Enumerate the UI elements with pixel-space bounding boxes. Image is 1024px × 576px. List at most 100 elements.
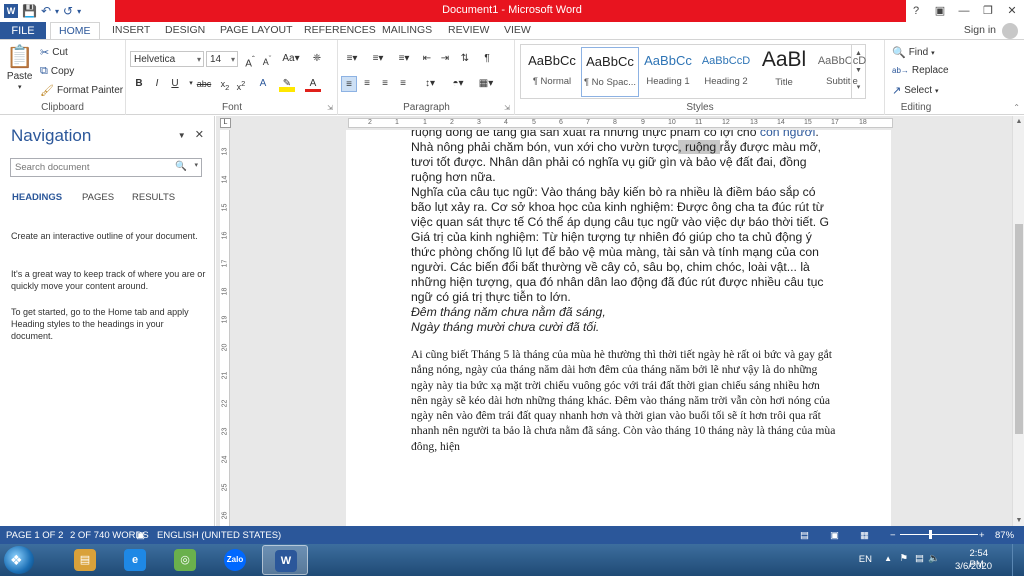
style-normal[interactable]: AaBbCϲ ¶ Normal: [523, 47, 581, 97]
style-heading-1[interactable]: AaBbCϲ Heading 1: [639, 47, 697, 97]
zoom-in-button[interactable]: +: [979, 530, 985, 541]
font-size-select[interactable]: 14 ▾: [206, 51, 238, 67]
network-icon[interactable]: ▤: [915, 553, 924, 564]
tab-design[interactable]: DESIGN: [165, 24, 205, 36]
style-heading-2[interactable]: AaBbCcD Heading 2: [697, 47, 755, 97]
print-layout-icon[interactable]: ▣: [830, 530, 839, 541]
show-formatting-icon[interactable]: ¶: [479, 51, 495, 67]
taskbar-ie-button[interactable]: e: [112, 545, 158, 575]
italic-icon[interactable]: I: [149, 76, 165, 92]
numbering-icon[interactable]: ≡▾: [367, 51, 389, 67]
nav-tab-results[interactable]: RESULTS: [132, 192, 175, 203]
close-icon[interactable]: ✕: [1000, 0, 1024, 22]
tab-review[interactable]: REVIEW: [448, 24, 489, 36]
cut-button[interactable]: ✂ Cut: [40, 46, 68, 59]
tab-mailings[interactable]: MAILINGS: [382, 24, 432, 36]
multilevel-list-icon[interactable]: ≡▾: [393, 51, 415, 67]
restore-icon[interactable]: ❐: [976, 0, 1000, 22]
underline-icon[interactable]: U: [167, 76, 183, 92]
replace-button[interactable]: ab→ Replace: [892, 65, 949, 76]
page-count[interactable]: PAGE 1 OF 2: [6, 530, 63, 541]
taskbar-explorer-button[interactable]: ▤: [62, 545, 108, 575]
document-page[interactable]: ruộng đồng để tăng giá sản xuất ra những…: [346, 130, 891, 526]
paste-button[interactable]: 📋 Paste ▾: [6, 44, 33, 91]
decrease-indent-icon[interactable]: ⇤: [419, 51, 435, 67]
collapse-ribbon-icon[interactable]: ⌃: [1013, 103, 1020, 112]
scroll-up-icon[interactable]: ▲: [1013, 118, 1024, 125]
tab-references[interactable]: REFERENCES: [304, 24, 376, 36]
start-button[interactable]: ❖: [4, 546, 34, 574]
tab-view[interactable]: VIEW: [504, 24, 531, 36]
select-button[interactable]: ↗ Select ▾: [892, 84, 939, 97]
taskbar-zalo-button[interactable]: Zalo: [212, 545, 258, 575]
nav-tab-pages[interactable]: PAGES: [82, 192, 114, 203]
taskbar-coccoc-button[interactable]: ◎: [162, 545, 208, 575]
style-title[interactable]: AaBl Title: [755, 47, 813, 97]
clear-formatting-icon[interactable]: ❈: [309, 51, 325, 67]
sort-icon[interactable]: ⇅: [457, 51, 473, 67]
sign-in-link[interactable]: Sign in: [964, 24, 996, 36]
format-painter-button[interactable]: 🖌 Format Painter: [40, 84, 123, 97]
zoom-level[interactable]: 87%: [995, 530, 1014, 541]
zoom-out-button[interactable]: −: [890, 530, 896, 541]
borders-icon[interactable]: ▦▾: [475, 76, 497, 92]
style-no-spacing[interactable]: AaBbCϲ ¶ No Spac...: [581, 47, 639, 97]
horizontal-ruler[interactable]: 2 1 1 2 3 4 5 6 7 8 9 10 11 12 13 14 15 17 18: [348, 118, 893, 128]
align-left-icon[interactable]: ≡: [341, 76, 357, 92]
align-center-icon[interactable]: ≡: [359, 76, 375, 92]
grow-font-icon[interactable]: Aˆ: [242, 51, 258, 69]
help-button[interactable]: ?: [904, 0, 928, 22]
highlight-color-icon[interactable]: ✎: [279, 76, 295, 92]
proofing-icon[interactable]: ▣: [136, 530, 145, 541]
minimize-icon[interactable]: —: [952, 0, 976, 22]
text-effects-icon[interactable]: A: [255, 76, 271, 92]
nav-tab-headings[interactable]: HEADINGS: [12, 192, 62, 203]
document-body[interactable]: ruộng đồng để tăng giá sản xuất ra những…: [411, 130, 836, 454]
font-color-icon[interactable]: A: [305, 76, 321, 92]
font-name-select[interactable]: Helvetica ▾: [130, 51, 204, 67]
subscript-icon[interactable]: x2: [217, 76, 233, 92]
language-indicator[interactable]: ENGLISH (UNITED STATES): [157, 530, 281, 541]
justify-icon[interactable]: ≡: [395, 76, 411, 92]
tab-selector[interactable]: L: [220, 118, 231, 128]
search-document-input[interactable]: Search document 🔍 ▾: [10, 158, 202, 177]
change-case-icon[interactable]: Aa▾: [281, 51, 301, 67]
shading-icon[interactable]: ◓▾: [447, 76, 469, 92]
bold-icon[interactable]: B: [131, 76, 147, 92]
search-icon[interactable]: 🔍: [175, 161, 187, 172]
styles-scroll[interactable]: ▲ ▼ ▾: [851, 45, 865, 98]
vertical-ruler[interactable]: 13 14 15 16 17 18 19 20 21 22 23 24 25 26: [220, 130, 230, 526]
volume-icon[interactable]: 🔈: [928, 553, 940, 564]
input-language[interactable]: EN: [859, 554, 872, 565]
clock-date[interactable]: 3/6/2020: [955, 561, 992, 572]
vertical-scrollbar[interactable]: ▲ ▼: [1012, 116, 1024, 526]
find-button[interactable]: 🔍 Find ▾: [892, 46, 935, 59]
tab-page-layout[interactable]: PAGE LAYOUT: [220, 24, 293, 36]
user-avatar[interactable]: [1002, 23, 1018, 39]
flag-icon[interactable]: ⚑: [899, 553, 908, 564]
dialog-launcher-icon[interactable]: ⇲: [327, 104, 333, 112]
tab-insert[interactable]: INSERT: [112, 24, 150, 36]
shrink-font-icon[interactable]: Aˇ: [259, 51, 275, 67]
dialog-launcher-icon[interactable]: ⇲: [504, 104, 510, 112]
increase-indent-icon[interactable]: ⇥: [437, 51, 453, 67]
close-icon[interactable]: ✕: [195, 129, 204, 141]
read-mode-icon[interactable]: ▤: [800, 530, 809, 541]
zoom-slider[interactable]: [900, 534, 978, 535]
web-layout-icon[interactable]: ▦: [860, 530, 869, 541]
line-spacing-icon[interactable]: ↕▾: [419, 76, 441, 92]
taskbar-word-button[interactable]: W: [262, 545, 308, 575]
superscript-icon[interactable]: x2: [233, 76, 249, 92]
nav-options-icon[interactable]: ▼: [178, 131, 186, 140]
align-right-icon[interactable]: ≡: [377, 76, 393, 92]
scroll-down-icon[interactable]: ▼: [1013, 517, 1024, 524]
show-desktop-button[interactable]: [1012, 544, 1024, 576]
copy-button[interactable]: ⧉ Copy: [40, 65, 74, 78]
scrollbar-thumb[interactable]: [1015, 224, 1023, 434]
strikethrough-icon[interactable]: abc: [193, 76, 215, 92]
ribbon-display-options-icon[interactable]: ▣: [928, 0, 952, 22]
show-hidden-icons-icon[interactable]: ▲: [884, 554, 892, 563]
chevron-down-icon[interactable]: ▾: [194, 161, 198, 169]
bullets-icon[interactable]: ≡▾: [341, 51, 363, 67]
zoom-slider-thumb[interactable]: [929, 530, 932, 539]
